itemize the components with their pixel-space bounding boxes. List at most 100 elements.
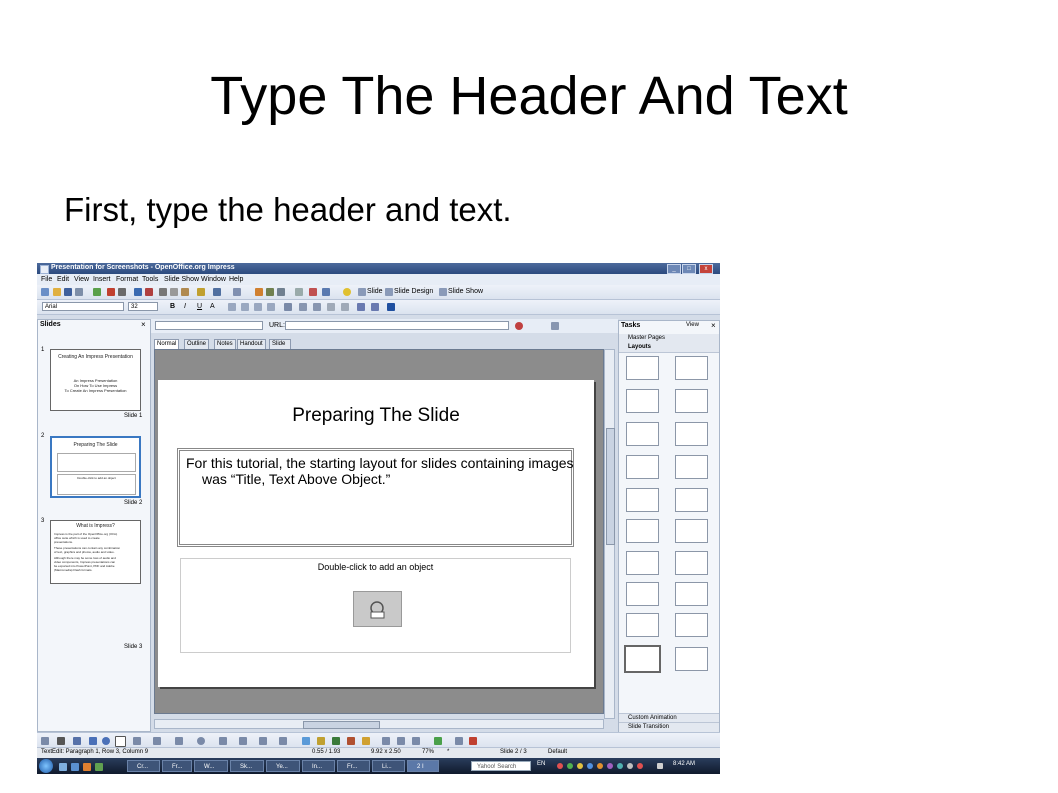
menu-view[interactable]: View	[74, 276, 89, 283]
layout-title-table[interactable]	[675, 455, 708, 479]
gallery-icon[interactable]	[362, 737, 370, 745]
master-pages-label[interactable]: Master Pages	[628, 335, 665, 341]
export-pdf-icon[interactable]	[107, 288, 115, 296]
language-indicator[interactable]: EN	[537, 761, 545, 767]
effects-icon[interactable]	[469, 737, 477, 745]
canvas-text[interactable]: For this tutorial, the starting layout f…	[186, 455, 582, 487]
autospell-icon[interactable]	[145, 288, 153, 296]
taskbar-task[interactable]: Cr...	[127, 760, 160, 772]
menu-help[interactable]: Help	[229, 276, 243, 283]
tray-icon[interactable]	[597, 763, 603, 769]
save-icon[interactable]	[64, 288, 72, 296]
quicklaunch-icon[interactable]	[59, 763, 67, 771]
slide-transition-label[interactable]: Slide Transition	[628, 724, 669, 730]
block-arrows-icon[interactable]	[219, 737, 227, 745]
callouts-icon[interactable]	[259, 737, 267, 745]
slide-design-icon[interactable]	[385, 288, 393, 296]
copy-icon[interactable]	[170, 288, 178, 296]
slides-pane-close-icon[interactable]: ×	[141, 320, 146, 329]
edit-file-icon[interactable]	[93, 288, 101, 296]
layout-title-four-objects[interactable]	[675, 647, 708, 671]
maximize-button[interactable]: □	[682, 264, 696, 274]
insert-object-icon[interactable]	[353, 591, 402, 627]
taskbar-task[interactable]: In...	[302, 760, 335, 772]
layout-title-object-text[interactable]	[675, 551, 708, 575]
vertical-scroll-thumb[interactable]	[606, 428, 615, 545]
grid-icon[interactable]	[295, 288, 303, 296]
horizontal-scrollbar[interactable]	[154, 719, 604, 729]
layout-title-object-two-objects[interactable]	[626, 613, 659, 637]
slide-icon[interactable]	[358, 288, 366, 296]
help-icon[interactable]	[343, 288, 351, 296]
slide-transition-section[interactable]: Slide Transition	[619, 722, 719, 732]
layout-centered-text[interactable]	[675, 422, 708, 446]
stop-icon[interactable]	[515, 322, 523, 330]
canvas-slide-title[interactable]: Preparing The Slide	[158, 405, 594, 427]
justify-icon[interactable]	[267, 303, 275, 311]
quicklaunch-icon[interactable]	[71, 763, 79, 771]
slide-design-button-label[interactable]: Slide Design	[394, 288, 433, 295]
start-button[interactable]	[39, 759, 53, 773]
open-icon[interactable]	[53, 288, 61, 296]
tray-icon[interactable]	[637, 763, 643, 769]
layout-title-clipart-text[interactable]	[626, 488, 659, 512]
chart-icon[interactable]	[255, 288, 263, 296]
cut-icon[interactable]	[159, 288, 167, 296]
slide-button-label[interactable]: Slide	[367, 288, 383, 295]
layout-title-two-objects-object[interactable]	[675, 613, 708, 637]
arrow-icon[interactable]	[73, 737, 81, 745]
taskbar-task[interactable]: Fr...	[337, 760, 370, 772]
glue-points-icon[interactable]	[317, 737, 325, 745]
slide-show-icon[interactable]	[439, 288, 447, 296]
layout-title-object[interactable]	[626, 582, 659, 606]
layout-title-text-object[interactable]	[626, 551, 659, 575]
tray-icon[interactable]	[607, 763, 613, 769]
from-file-icon[interactable]	[347, 737, 355, 745]
yahoo-search-box[interactable]: Yahoo! Search	[471, 761, 531, 771]
layout-blank[interactable]	[626, 356, 659, 380]
taskbar-task-active[interactable]: 2 I	[407, 760, 439, 772]
layout-title-text-clipart[interactable]	[626, 519, 659, 543]
layouts-label[interactable]: Layouts	[628, 344, 651, 350]
stars-icon[interactable]	[279, 737, 287, 745]
font-color-icon[interactable]	[387, 303, 395, 311]
menu-format[interactable]: Format	[116, 276, 138, 283]
minimize-button[interactable]: _	[667, 264, 681, 274]
navigator-icon[interactable]	[309, 288, 317, 296]
align-center-icon[interactable]	[241, 303, 249, 311]
binoculars-icon[interactable]	[551, 322, 559, 330]
quicklaunch-icon[interactable]	[83, 763, 91, 771]
tray-icon[interactable]	[557, 763, 563, 769]
zoom-icon[interactable]	[322, 288, 330, 296]
connector-icon[interactable]	[153, 737, 161, 745]
layout-title-two-objects[interactable]	[675, 582, 708, 606]
status-zoom[interactable]: 77%	[422, 749, 434, 755]
menu-tools[interactable]: Tools	[142, 276, 158, 283]
tasks-view-menu[interactable]: View	[686, 322, 699, 328]
bullets-icon[interactable]	[284, 303, 292, 311]
shadow-icon[interactable]	[455, 737, 463, 745]
slide-thumbnail-2[interactable]: Preparing The Slide Double-click to add …	[50, 436, 141, 498]
print-icon[interactable]	[118, 288, 126, 296]
indent-decrease-icon[interactable]	[299, 303, 307, 311]
layout-title-chart-text[interactable]	[675, 519, 708, 543]
extrusion-icon[interactable]	[434, 737, 442, 745]
bold-button[interactable]: B	[170, 303, 175, 310]
image-icon[interactable]	[277, 288, 285, 296]
arrange-icon[interactable]	[412, 737, 420, 745]
character-icon[interactable]	[357, 303, 365, 311]
email-icon[interactable]	[75, 288, 83, 296]
table-icon[interactable]	[266, 288, 274, 296]
tray-icon[interactable]	[627, 763, 633, 769]
vertical-scrollbar[interactable]	[604, 349, 615, 719]
horizontal-scroll-thumb[interactable]	[303, 721, 380, 729]
move-down-icon[interactable]	[341, 303, 349, 311]
taskbar-task[interactable]: Li...	[372, 760, 405, 772]
tray-icon[interactable]	[617, 763, 623, 769]
basic-shapes-icon[interactable]	[175, 737, 183, 745]
align-right-icon[interactable]	[254, 303, 262, 311]
undo-icon[interactable]	[213, 288, 221, 296]
layout-title-only-centered[interactable]	[675, 356, 708, 380]
shadow-button[interactable]: A	[210, 303, 215, 310]
layout-title-content[interactable]	[626, 389, 659, 413]
